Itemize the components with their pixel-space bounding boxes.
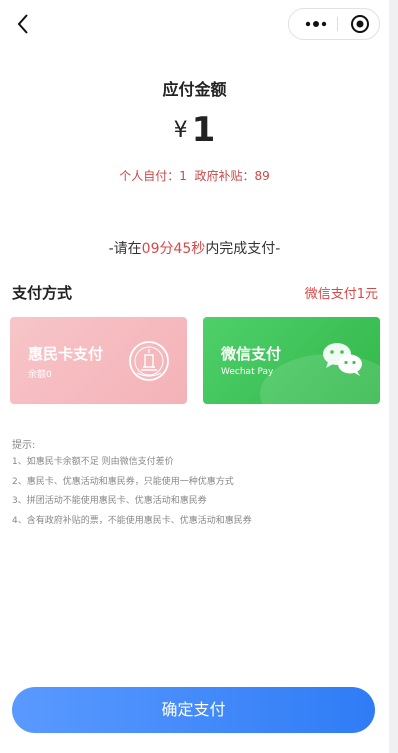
tip-item: 3、拼团活动不能使用惠民卡、优惠活动和惠民券: [12, 496, 207, 506]
target-close-icon: [351, 15, 369, 33]
huimin-card-logo-icon: [127, 339, 171, 387]
countdown-time: 09分45秒: [141, 241, 206, 257]
right-edge-strip: [389, 0, 398, 753]
tip-item: 2、惠民卡、优惠活动和惠民券，只能使用一种优惠方式: [12, 476, 234, 487]
payment-option-english: Wechat Pay: [221, 367, 274, 377]
confirm-pay-button[interactable]: 确定支付: [12, 687, 375, 733]
back-button[interactable]: [10, 10, 36, 38]
payment-countdown: -请在09分45秒内完成支付-: [0, 238, 389, 258]
capsule-divider: [337, 17, 338, 31]
countdown-prefix: -请在: [108, 241, 142, 257]
wechat-pay-option[interactable]: 微信支付 Wechat Pay: [203, 317, 380, 404]
payment-method-title: 支付方式: [12, 284, 73, 302]
huimin-card-pay-option[interactable]: 惠民卡支付 余额0: [10, 317, 187, 404]
more-dots-icon: [305, 21, 327, 27]
wechat-icon: [320, 339, 364, 383]
payment-option-name: 惠民卡支付: [28, 345, 104, 363]
countdown-suffix: 内完成支付-: [205, 241, 281, 257]
currency-symbol: ¥: [173, 118, 188, 143]
tip-item: 4、含有政府补贴的票，不能使用惠民卡、优惠活动和惠民券: [12, 515, 252, 526]
tips-list: 1、如惠民卡余额不足 则由微信支付差价 2、惠民卡、优惠活动和惠民券，只能使用一…: [12, 456, 252, 534]
close-mini-program-button[interactable]: [345, 9, 375, 39]
amount-breakdown: 个人自付：1 政府补贴：89: [119, 169, 270, 183]
more-button[interactable]: [299, 9, 333, 39]
tip-item: 1、如惠民卡余额不足 则由微信支付差价: [12, 457, 174, 467]
tips-title: 提示:: [12, 440, 36, 451]
mini-program-capsule: [288, 8, 380, 40]
payment-option-name: 微信支付: [221, 345, 282, 363]
selected-payment-summary: 微信支付1元: [304, 287, 378, 302]
amount-value: 1: [191, 110, 216, 150]
amount-display: ¥1: [0, 110, 389, 150]
amount-title: 应付金额: [162, 80, 227, 99]
chevron-left-icon: [17, 14, 28, 34]
payment-option-balance: 余额0: [28, 370, 52, 380]
